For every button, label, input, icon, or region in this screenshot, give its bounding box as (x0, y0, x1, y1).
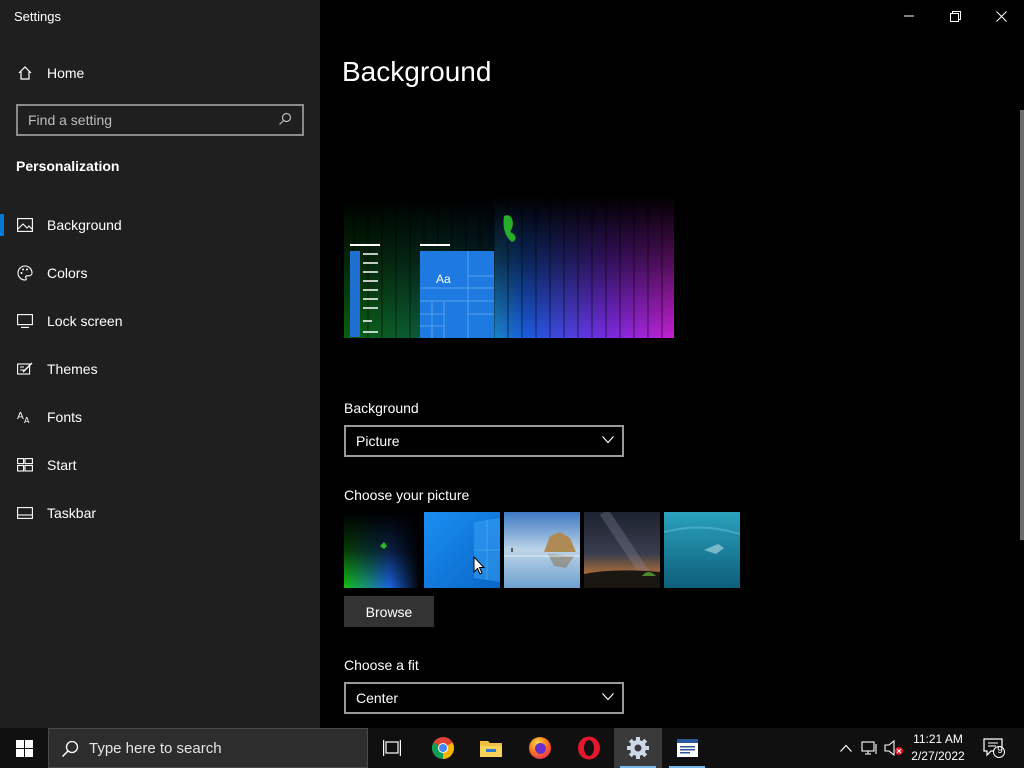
preview-sample-text: Aa (436, 272, 451, 286)
sidebar-item-label: Start (47, 457, 77, 473)
taskbar-icon (16, 504, 34, 522)
chrome-icon (432, 737, 454, 759)
lock-screen-icon (16, 312, 34, 330)
network-icon (861, 741, 877, 755)
word-icon (677, 739, 698, 757)
sidebar-item-label: Fonts (47, 409, 83, 425)
chevron-up-icon (840, 744, 852, 752)
opera-icon (578, 736, 600, 760)
taskbar-settings[interactable] (614, 728, 662, 768)
settings-window: Settings Home Personalization Background (0, 0, 1024, 728)
search-icon (61, 740, 79, 758)
browse-button[interactable]: Browse (344, 596, 434, 627)
sidebar-item-colors[interactable]: Colors (0, 251, 320, 295)
sidebar-item-label: Background (47, 217, 122, 233)
taskbar: Type here to search 11:21 AM 2/27/2022 9 (0, 728, 1024, 768)
chevron-down-icon (602, 436, 614, 444)
restore-button[interactable] (932, 0, 978, 32)
fit-value: Center (356, 690, 399, 706)
notification-count-badge: 9 (997, 745, 1003, 756)
sidebar-item-themes[interactable]: Themes (0, 347, 320, 391)
svg-text:A: A (17, 411, 24, 422)
clock-time: 11:21 AM (913, 732, 963, 746)
sidebar: Settings Home Personalization Background (0, 0, 320, 728)
sidebar-item-lock-screen[interactable]: Lock screen (0, 299, 320, 343)
fonts-icon: AA (16, 408, 34, 426)
task-view-icon (383, 740, 401, 756)
start-button[interactable] (0, 728, 48, 768)
sidebar-item-background[interactable]: Background (0, 203, 320, 247)
picture-icon (16, 216, 34, 234)
volume-muted-icon (884, 740, 903, 756)
picture-thumbnail-underwater[interactable] (664, 512, 740, 588)
background-type-dropdown[interactable]: Picture (344, 425, 624, 457)
sidebar-item-home[interactable]: Home (0, 51, 320, 95)
action-center-button[interactable]: 9 (982, 738, 1006, 758)
show-hidden-icons-button[interactable] (836, 738, 856, 758)
taskbar-opera[interactable] (565, 728, 613, 768)
taskbar-search-placeholder: Type here to search (89, 740, 222, 757)
minimize-button[interactable] (886, 0, 932, 32)
desktop-preview: Aa (344, 136, 674, 338)
mouse-cursor (473, 556, 485, 575)
volume-tray-button[interactable] (884, 738, 904, 758)
choose-picture-label: Choose your picture (344, 487, 470, 503)
sidebar-item-label: Lock screen (47, 313, 123, 329)
sidebar-item-label: Colors (47, 265, 88, 281)
search-icon[interactable] (278, 112, 294, 128)
background-type-label: Background (344, 400, 419, 416)
sidebar-item-label: Taskbar (47, 505, 97, 521)
taskbar-search-box[interactable]: Type here to search (48, 728, 368, 768)
task-view-button[interactable] (368, 728, 416, 768)
firefox-icon (529, 737, 551, 759)
taskbar-file-explorer[interactable] (467, 728, 515, 768)
fit-dropdown[interactable]: Center (344, 682, 624, 714)
app-title: Settings (14, 9, 61, 24)
file-explorer-icon (480, 741, 502, 757)
section-title: Personalization (16, 158, 120, 174)
picture-thumbnail-night-sky[interactable] (584, 512, 660, 588)
home-label: Home (47, 65, 85, 81)
chevron-down-icon (602, 693, 614, 701)
picture-thumbnail-beach-rocks[interactable] (504, 512, 580, 588)
network-tray-button[interactable] (860, 738, 880, 758)
clock[interactable]: 11:21 AM 2/27/2022 (906, 731, 970, 765)
page-title: Background (342, 56, 492, 87)
sidebar-item-label: Themes (47, 361, 98, 377)
picture-thumbnail-razer[interactable] (344, 512, 420, 588)
find-setting-search[interactable] (16, 104, 304, 136)
settings-icon (627, 737, 649, 759)
start-icon (16, 456, 34, 474)
sidebar-item-fonts[interactable]: AA Fonts (0, 395, 320, 439)
windows-logo-icon (15, 739, 33, 757)
taskbar-firefox[interactable] (516, 728, 564, 768)
home-icon (16, 64, 34, 82)
window-controls (886, 0, 1024, 32)
sidebar-item-start[interactable]: Start (0, 443, 320, 487)
background-type-value: Picture (356, 433, 400, 449)
taskbar-chrome[interactable] (419, 728, 467, 768)
search-input[interactable] (18, 106, 274, 134)
sidebar-item-taskbar[interactable]: Taskbar (0, 491, 320, 535)
themes-icon (16, 360, 34, 378)
taskbar-word[interactable] (663, 728, 711, 768)
close-button[interactable] (978, 0, 1024, 32)
fit-label: Choose a fit (344, 657, 419, 673)
palette-icon (16, 264, 34, 282)
scrollbar[interactable] (1020, 110, 1024, 540)
svg-text:A: A (24, 416, 30, 424)
picture-thumbnail-windows-blue[interactable] (424, 512, 500, 588)
clock-date: 2/27/2022 (911, 749, 965, 763)
